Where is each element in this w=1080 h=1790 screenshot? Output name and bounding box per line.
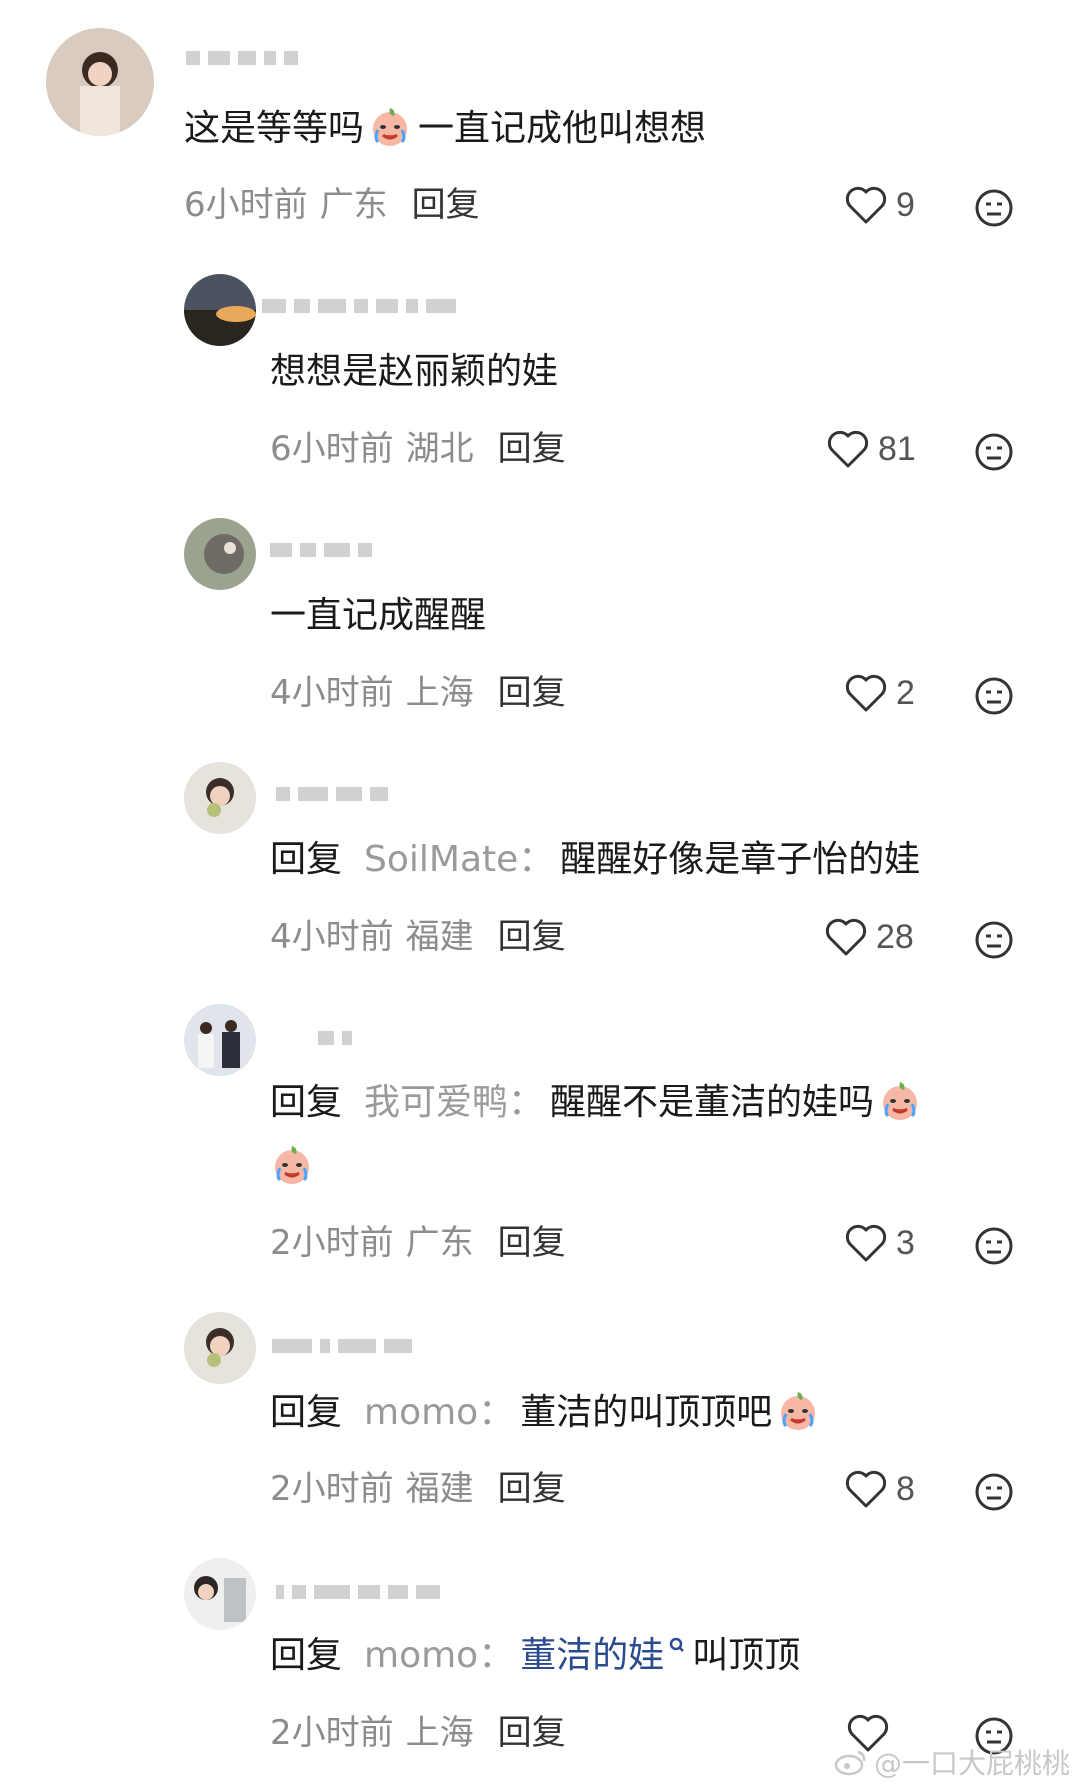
crying-peach-emoji-icon <box>270 1142 314 1186</box>
heart-icon <box>845 1224 887 1262</box>
timestamp: 6小时前 <box>270 429 394 469</box>
avatar[interactable] <box>184 1558 256 1630</box>
heart-icon <box>845 186 887 224</box>
reply-button[interactable]: 回复 <box>498 673 566 713</box>
crying-peach-emoji-icon <box>878 1078 922 1122</box>
username-blurred[interactable] <box>262 294 456 318</box>
dislike-face-icon[interactable] <box>974 188 1014 228</box>
like-button[interactable]: 3 <box>844 1220 915 1266</box>
comment-meta: 4小时前 福建 回复 <box>270 914 566 960</box>
like-button[interactable]: 9 <box>844 182 915 228</box>
comment-meta: 2小时前 上海 回复 <box>270 1710 566 1756</box>
comment-text: 想想是赵丽颖的娃 <box>270 351 559 392</box>
location: 广东 <box>319 185 388 225</box>
like-count: 2 <box>896 673 915 712</box>
heart-icon <box>845 674 887 712</box>
comment-text: 回复 SoilMate： 醒醒好像是章子怡的娃 <box>270 839 921 880</box>
username-blurred[interactable] <box>318 1026 352 1050</box>
like-count: 8 <box>896 1469 915 1508</box>
avatar[interactable] <box>184 762 256 834</box>
dislike-face-icon[interactable] <box>974 1472 1014 1512</box>
dislike-face-icon[interactable] <box>974 432 1014 472</box>
location: 广东 <box>405 1223 474 1263</box>
comment-meta: 4小时前 上海 回复 <box>270 670 566 716</box>
comment-meta: 6小时前 湖北 回复 <box>270 426 566 472</box>
location: 福建 <box>405 1469 474 1509</box>
watermark: @一口大屁桃桃 <box>834 1742 1070 1782</box>
comment-text: 回复 我可爱鸭： 醒醒不是董洁的娃吗 <box>270 1078 922 1127</box>
like-count: 81 <box>878 429 916 468</box>
username-blurred[interactable] <box>272 1334 412 1358</box>
avatar[interactable] <box>184 518 256 590</box>
reply-button[interactable]: 回复 <box>498 1223 566 1263</box>
reply-button[interactable]: 回复 <box>498 917 566 957</box>
crying-peach-emoji-icon <box>368 104 412 148</box>
like-count: 28 <box>876 917 914 956</box>
location: 湖北 <box>405 429 474 469</box>
heart-icon <box>825 918 867 956</box>
avatar[interactable] <box>184 274 256 346</box>
reply-button[interactable]: 回复 <box>498 1469 566 1509</box>
username-blurred[interactable] <box>270 538 372 562</box>
dislike-face-icon[interactable] <box>974 920 1014 960</box>
comment-text-continuation <box>270 1142 314 1191</box>
like-count: 9 <box>896 185 915 224</box>
reply-target: momo： <box>364 1392 515 1433</box>
like-button[interactable]: 81 <box>826 426 916 472</box>
username-blurred[interactable] <box>186 46 298 70</box>
comment-meta: 2小时前 福建 回复 <box>270 1466 566 1512</box>
comment-text: 回复 momo： 董洁的娃 叫顶顶 <box>270 1635 801 1676</box>
timestamp: 4小时前 <box>270 673 394 713</box>
reply-button[interactable]: 回复 <box>498 1713 566 1753</box>
timestamp: 4小时前 <box>270 917 394 957</box>
username-blurred[interactable] <box>276 782 388 806</box>
search-icon[interactable] <box>668 1636 686 1658</box>
like-count: 3 <box>896 1223 915 1262</box>
reply-target: momo： <box>364 1635 515 1676</box>
heart-icon <box>827 430 869 468</box>
weibo-logo-icon <box>834 1750 866 1776</box>
crying-peach-emoji-icon <box>776 1388 820 1432</box>
comment-meta: 6小时前 广东 回复 <box>184 182 480 228</box>
heart-icon <box>845 1470 887 1508</box>
dislike-face-icon[interactable] <box>974 676 1014 716</box>
username-blurred[interactable] <box>276 1580 440 1604</box>
location: 上海 <box>405 673 474 713</box>
reply-button[interactable]: 回复 <box>498 429 566 469</box>
like-button[interactable]: 2 <box>844 670 915 716</box>
reply-target: 我可爱鸭： <box>364 1082 545 1123</box>
location: 上海 <box>405 1713 474 1753</box>
like-button[interactable]: 8 <box>844 1466 915 1512</box>
avatar[interactable] <box>46 28 154 136</box>
search-link[interactable]: 董洁的娃 <box>520 1635 664 1676</box>
location: 福建 <box>405 917 474 957</box>
avatar[interactable] <box>184 1004 256 1076</box>
timestamp: 2小时前 <box>270 1469 394 1509</box>
timestamp: 6小时前 <box>184 185 308 225</box>
comment-text: 一直记成醒醒 <box>270 595 487 636</box>
like-button[interactable]: 28 <box>824 914 914 960</box>
comment-text: 这是等等吗 一直记成他叫想想 <box>184 104 706 153</box>
comment-meta: 2小时前 广东 回复 <box>270 1220 566 1266</box>
reply-button[interactable]: 回复 <box>412 185 480 225</box>
avatar[interactable] <box>184 1312 256 1384</box>
reply-target: SoilMate： <box>364 839 555 880</box>
comment-text: 回复 momo： 董洁的叫顶顶吧 <box>270 1388 820 1437</box>
dislike-face-icon[interactable] <box>974 1226 1014 1266</box>
timestamp: 2小时前 <box>270 1223 394 1263</box>
timestamp: 2小时前 <box>270 1713 394 1753</box>
